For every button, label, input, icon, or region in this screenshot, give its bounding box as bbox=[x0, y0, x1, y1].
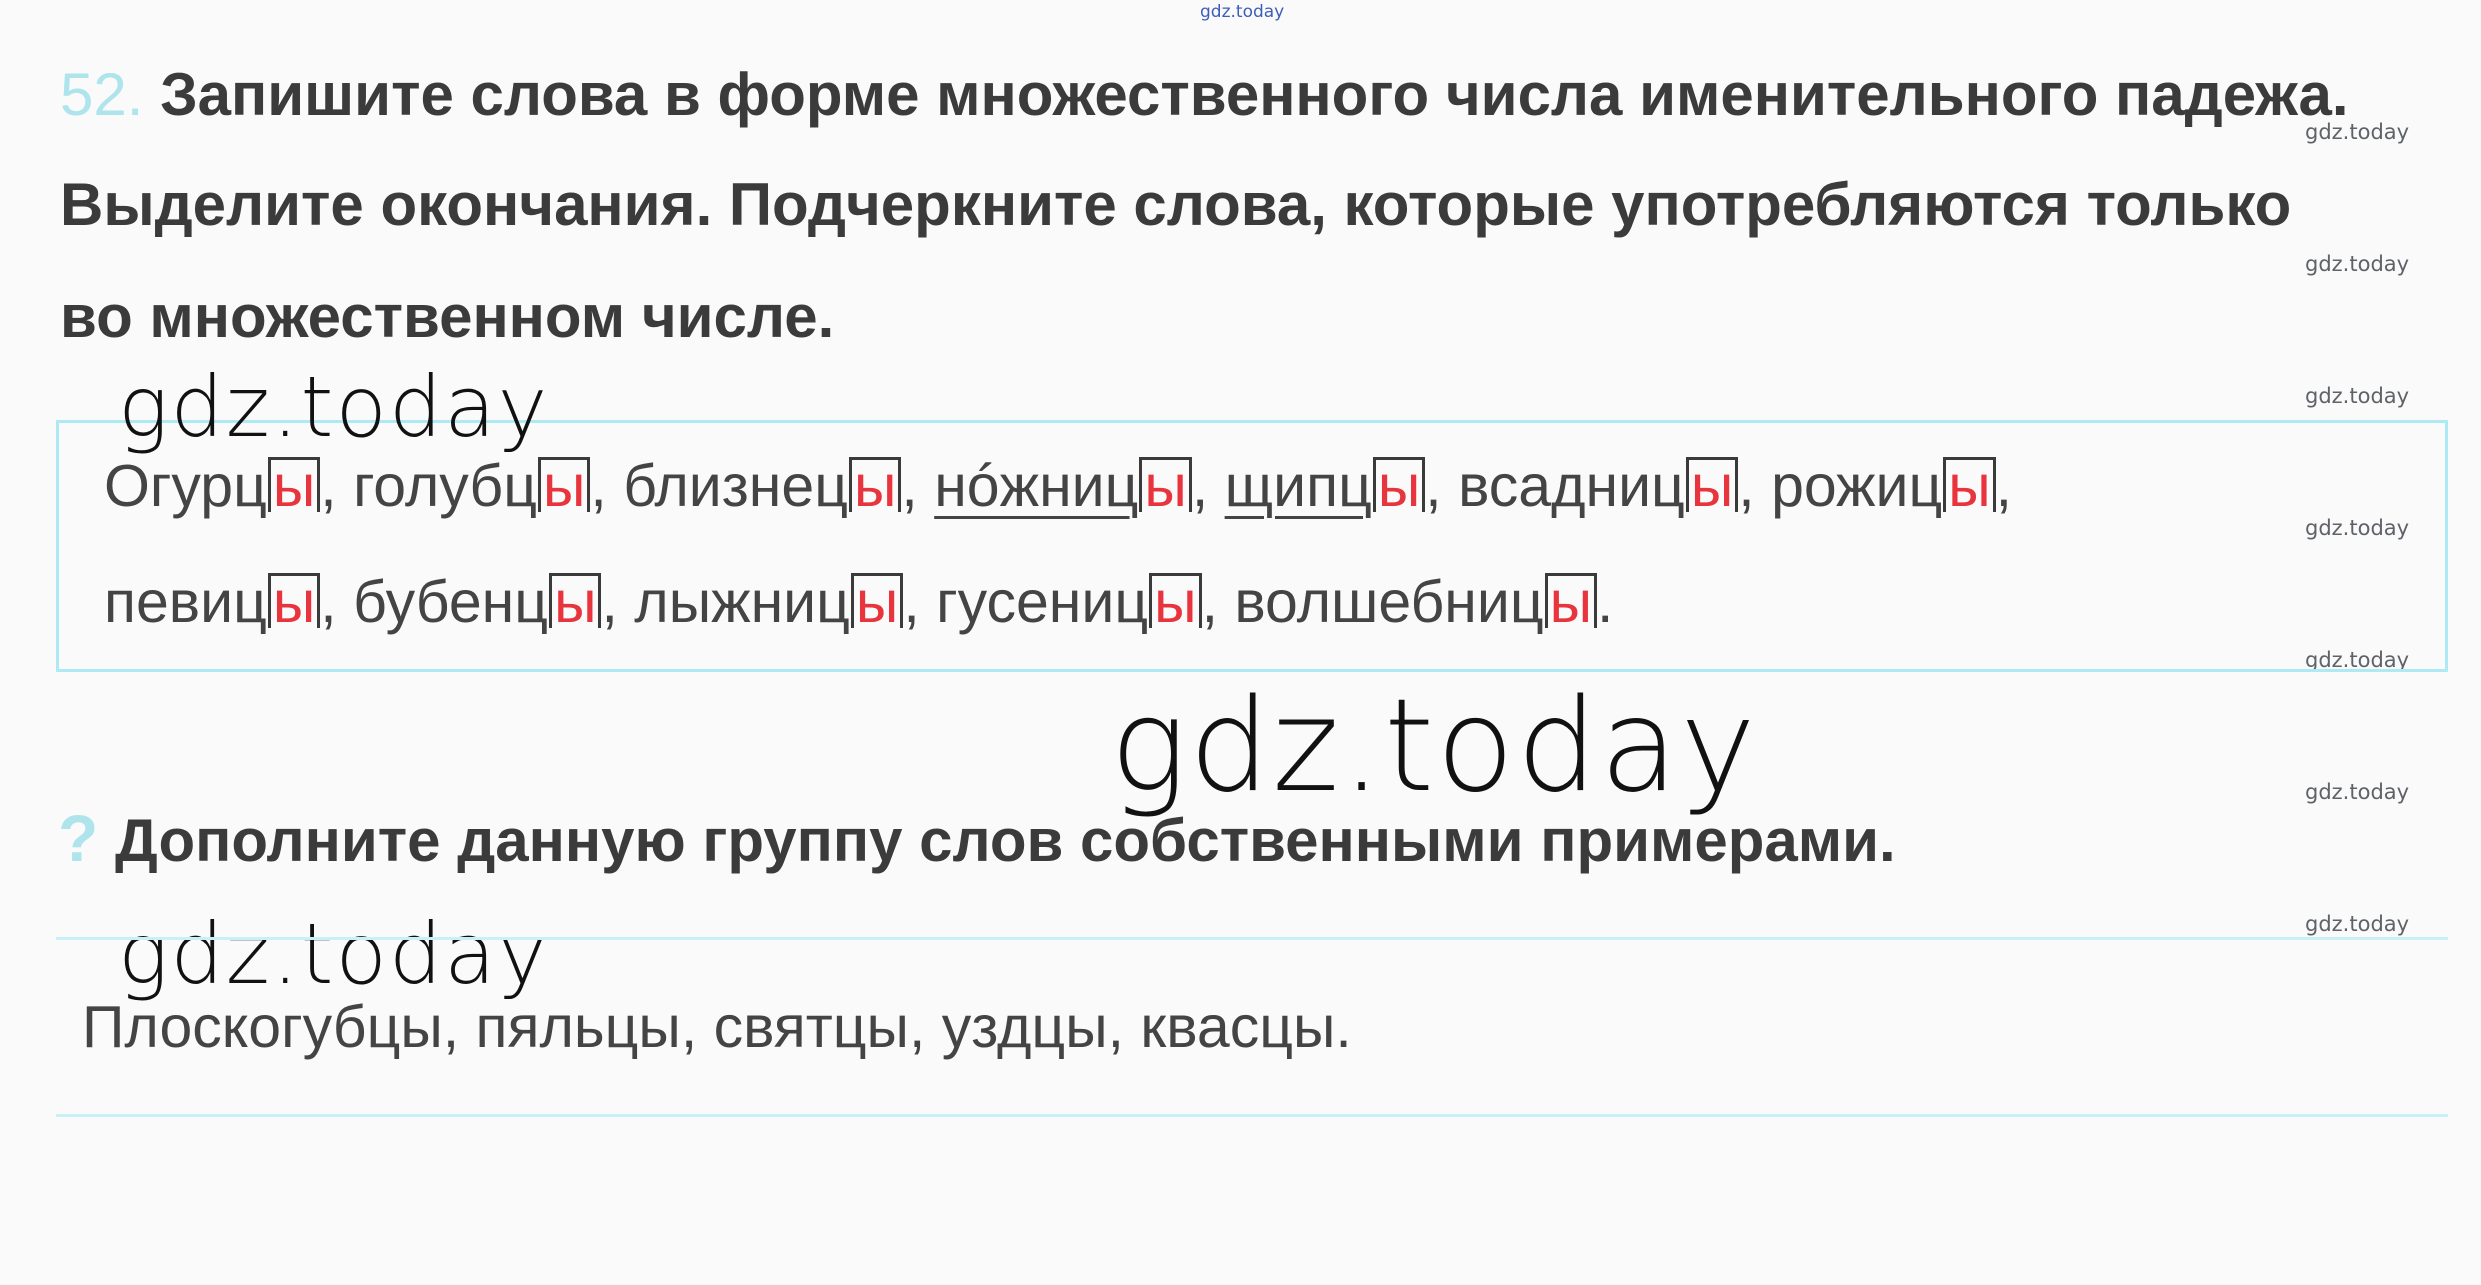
extra-answer: Плоскогубцы, пяльцы, святцы, уздцы, квас… bbox=[82, 994, 1352, 1060]
word-ending-box: ы bbox=[1149, 573, 1202, 632]
answer-word: бубенц ы bbox=[353, 569, 602, 635]
task-number: 52. bbox=[60, 61, 144, 128]
watermark-side: gdz.today bbox=[2305, 780, 2410, 804]
word-separator: , bbox=[590, 453, 607, 519]
word-ending-box: ы bbox=[1544, 573, 1598, 632]
question-line: ? Дополните данную группу слов собственн… bbox=[58, 800, 1896, 876]
word-ending-box: ы bbox=[1943, 457, 1996, 516]
word-stem: лыжниц bbox=[634, 569, 850, 635]
watermark-large: gdz.today bbox=[1110, 672, 1758, 821]
word-separator: , bbox=[1995, 453, 2013, 519]
word-separator: . bbox=[1597, 569, 1614, 635]
answer-word: рожиц ы bbox=[1771, 453, 1996, 519]
word-stem: щипц bbox=[1224, 453, 1372, 519]
task-line-1: 52. Запишите слова в форме множественног… bbox=[60, 60, 2349, 129]
answer-word: голубц ы bbox=[353, 453, 591, 519]
watermark-side: gdz.today bbox=[2305, 384, 2410, 408]
word-stem: рожиц bbox=[1771, 453, 1943, 519]
answer-word: нóжниц ы bbox=[934, 453, 1192, 519]
answer-word: волшебниц ы bbox=[1234, 569, 1598, 635]
word-ending-box: ы bbox=[1372, 457, 1426, 516]
answer-word: Огурц ы bbox=[104, 453, 321, 519]
answer-line-1: Огурц ы, голубц ы, близнец ы, нóжниц ы, щипц… bbox=[104, 452, 2012, 520]
answer-word: гусениц ы bbox=[936, 569, 1202, 635]
watermark-large: gdz.today bbox=[118, 905, 550, 1003]
answer-word: близнец ы bbox=[623, 453, 902, 519]
word-separator: , bbox=[903, 569, 920, 635]
word-stem: нóжниц bbox=[934, 453, 1139, 519]
answer-word: певиц ы bbox=[104, 569, 321, 635]
word-ending-box: ы bbox=[549, 573, 602, 632]
word-stem: всадниц bbox=[1458, 453, 1685, 519]
word-separator: , bbox=[1738, 453, 1755, 519]
word-ending-box: ы bbox=[1139, 457, 1192, 516]
word-separator: , bbox=[1425, 453, 1442, 519]
word-separator: , bbox=[1201, 569, 1218, 635]
rule-bottom bbox=[56, 1114, 2448, 1117]
watermark-large: gdz.today bbox=[118, 358, 550, 456]
word-separator: , bbox=[601, 569, 618, 635]
word-ending-box: ы bbox=[850, 573, 904, 632]
question-mark-icon: ? bbox=[58, 801, 99, 875]
watermark-side: gdz.today bbox=[2305, 912, 2410, 936]
question-text: Дополните данную группу слов собственным… bbox=[115, 807, 1896, 874]
task-text: Запишите слова в форме множественного чи… bbox=[160, 61, 2349, 128]
word-ending-box: ы bbox=[538, 457, 591, 516]
word-ending-box: ы bbox=[267, 457, 321, 516]
word-stem: голубц bbox=[353, 453, 537, 519]
word-stem: волшебниц bbox=[1234, 569, 1544, 635]
task-line-2: Выделите окончания. Подчеркните слова, к… bbox=[60, 171, 2292, 238]
answer-word: всадниц ы bbox=[1458, 453, 1739, 519]
word-stem: певиц bbox=[104, 569, 267, 635]
task-line-3: во множественном числе. bbox=[60, 283, 835, 350]
watermark-side: gdz.today bbox=[2305, 252, 2410, 276]
word-ending-box: ы bbox=[267, 573, 321, 632]
answer-word: лыжниц ы bbox=[634, 569, 904, 635]
word-separator: , bbox=[901, 453, 918, 519]
word-stem: Огурц bbox=[104, 453, 267, 519]
word-stem: близнец bbox=[623, 453, 848, 519]
answer-line-2: певиц ы, бубенц ы, лыжниц ы, гусениц ы, волш… bbox=[104, 568, 1613, 636]
watermark-top: gdz.today bbox=[1200, 2, 1285, 22]
word-separator: , bbox=[1191, 453, 1209, 519]
rule-top bbox=[56, 937, 2448, 940]
word-stem: бубенц bbox=[353, 569, 549, 635]
word-ending-box: ы bbox=[848, 457, 902, 516]
answer-word: щипц ы bbox=[1225, 453, 1426, 519]
word-separator: , bbox=[320, 569, 337, 635]
word-ending-box: ы bbox=[1685, 457, 1739, 516]
word-separator: , bbox=[320, 453, 337, 519]
word-stem: гусениц bbox=[936, 569, 1149, 635]
